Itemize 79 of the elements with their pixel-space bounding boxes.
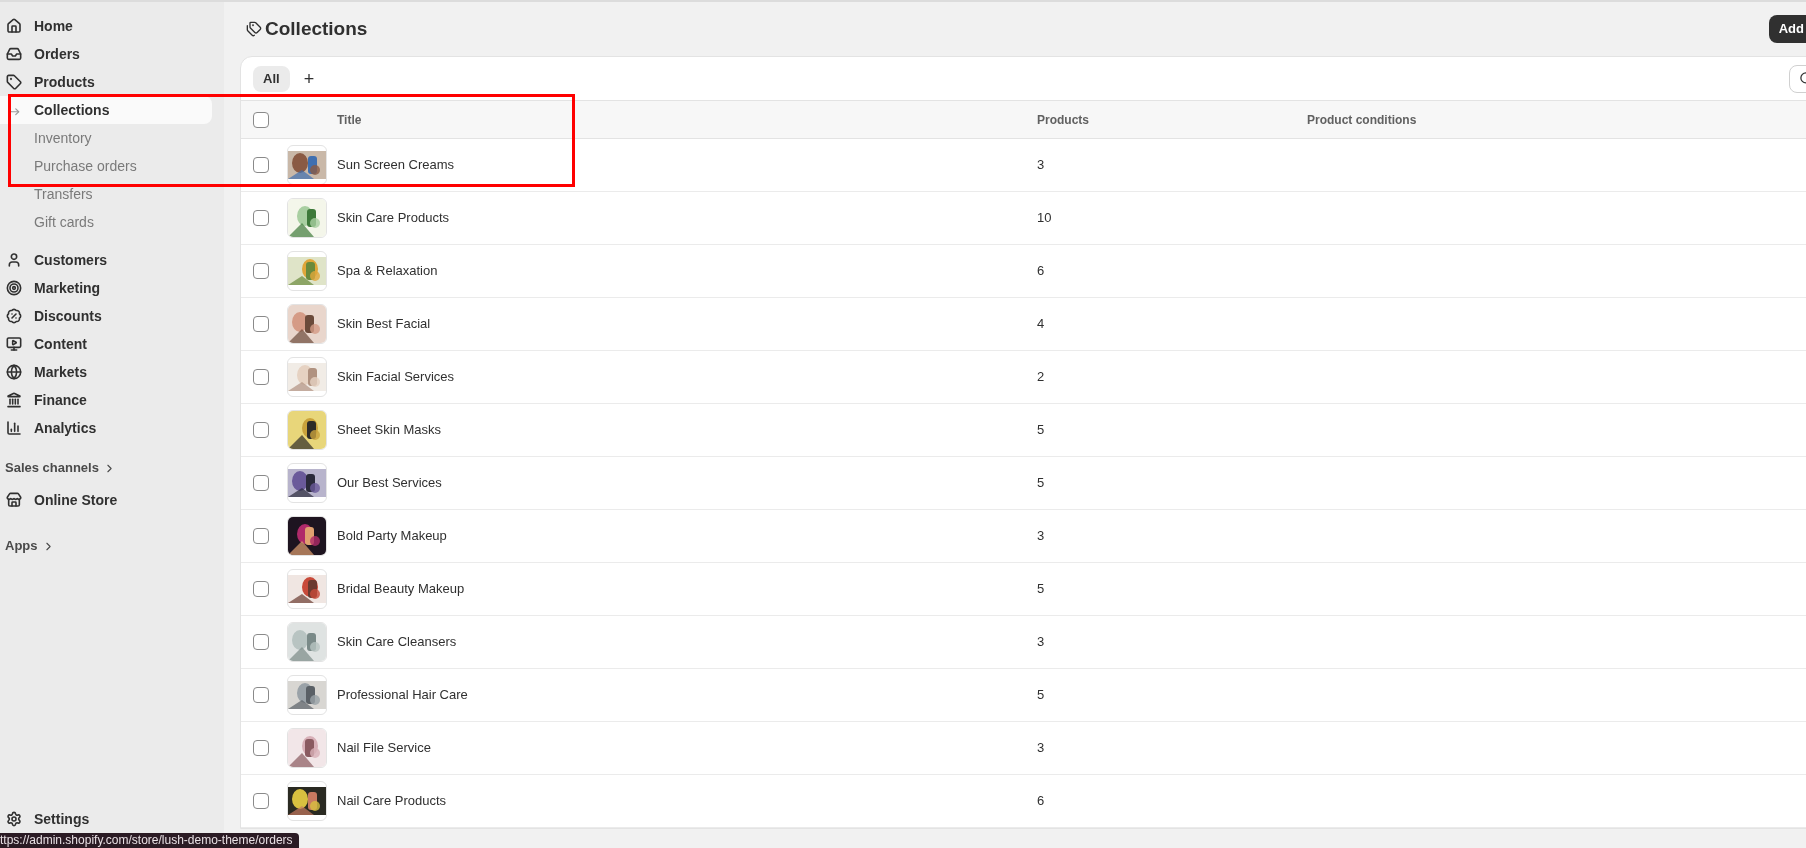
sub-nav-item[interactable]: Purchase orders bbox=[0, 152, 212, 180]
person-icon bbox=[6, 252, 22, 268]
page-title: Collections bbox=[265, 16, 368, 41]
sub-nav-item[interactable]: Transfers bbox=[0, 180, 212, 208]
product-count: 5 bbox=[1036, 421, 1046, 440]
sub-nav-item[interactable]: Collections bbox=[0, 96, 212, 124]
tag-icon bbox=[6, 74, 22, 90]
collection-title[interactable]: Skin Care Products bbox=[335, 208, 1035, 228]
row-checkbox[interactable] bbox=[253, 581, 269, 597]
percent-badge-icon bbox=[6, 308, 22, 324]
sub-nav-item[interactable]: Gift cards bbox=[0, 208, 212, 236]
collection-title[interactable]: Professional Hair Care bbox=[335, 685, 1035, 705]
row-checkbox[interactable] bbox=[253, 475, 269, 491]
store-icon bbox=[6, 492, 22, 508]
product-count: 3 bbox=[1036, 739, 1046, 758]
row-checkbox[interactable] bbox=[253, 528, 269, 544]
nav-item[interactable]: Online Store bbox=[0, 486, 212, 514]
collection-title[interactable]: Spa & Relaxation bbox=[335, 261, 1035, 281]
monitor-icon bbox=[6, 336, 22, 352]
product-count: 3 bbox=[1036, 633, 1046, 652]
row-checkbox[interactable] bbox=[253, 422, 269, 438]
collection-icon bbox=[246, 21, 262, 37]
nav-item[interactable]: Orders bbox=[0, 40, 212, 68]
status-url-tooltip: ttps://admin.shopify.com/store/lush-demo-theme/orders bbox=[0, 833, 299, 848]
collection-title[interactable]: Skin Facial Services bbox=[335, 367, 1035, 387]
collection-title[interactable]: Bold Party Makeup bbox=[335, 526, 1035, 546]
product-count: 4 bbox=[1036, 315, 1046, 334]
section-link[interactable]: Sales channels bbox=[0, 454, 212, 482]
nav-item[interactable]: Content bbox=[0, 330, 212, 358]
section-link[interactable]: Apps bbox=[0, 532, 212, 560]
column-header: Products bbox=[1036, 111, 1090, 129]
nav-item[interactable]: Marketing bbox=[0, 274, 212, 302]
product-count: 5 bbox=[1036, 474, 1046, 493]
nav-item[interactable]: Settings bbox=[0, 808, 212, 830]
row-checkbox[interactable] bbox=[253, 263, 269, 279]
product-count: 2 bbox=[1036, 368, 1046, 387]
row-checkbox[interactable] bbox=[253, 316, 269, 332]
collection-title[interactable]: Bridal Beauty Makeup bbox=[335, 579, 1035, 599]
row-checkbox[interactable] bbox=[253, 157, 269, 173]
collection-title[interactable]: Skin Care Cleansers bbox=[335, 632, 1035, 652]
row-checkbox[interactable] bbox=[253, 793, 269, 809]
product-count: 5 bbox=[1036, 686, 1046, 705]
bar-chart-icon bbox=[6, 420, 22, 436]
bank-icon bbox=[6, 392, 22, 408]
target-icon bbox=[6, 280, 22, 296]
collection-title[interactable]: Sheet Skin Masks bbox=[335, 420, 1035, 440]
settings-icon bbox=[6, 811, 22, 827]
column-header: Product conditions bbox=[1306, 111, 1418, 129]
product-count: 6 bbox=[1036, 262, 1046, 281]
collection-title[interactable]: Our Best Services bbox=[335, 473, 1035, 493]
nav-item[interactable]: Finance bbox=[0, 386, 212, 414]
collection-title[interactable]: Nail Care Products bbox=[335, 791, 1035, 811]
product-count: 10 bbox=[1036, 209, 1053, 228]
collection-title[interactable]: Sun Screen Creams bbox=[335, 155, 1035, 175]
nav-item[interactable]: Home bbox=[0, 12, 212, 40]
column-header: Title bbox=[336, 111, 363, 129]
nav-item[interactable]: Markets bbox=[0, 358, 212, 386]
nav-item[interactable]: Products bbox=[0, 68, 212, 96]
collection-title[interactable]: Nail File Service bbox=[335, 738, 1035, 758]
home-icon bbox=[6, 18, 22, 34]
nav-item[interactable]: Analytics bbox=[0, 414, 212, 442]
row-checkbox[interactable] bbox=[253, 210, 269, 226]
row-checkbox[interactable] bbox=[253, 687, 269, 703]
product-count: 3 bbox=[1036, 156, 1046, 175]
select-all-checkbox[interactable] bbox=[253, 111, 269, 128]
nav-item[interactable]: Customers bbox=[0, 246, 212, 274]
product-count: 6 bbox=[1036, 792, 1046, 811]
product-count: 5 bbox=[1036, 580, 1046, 599]
row-checkbox[interactable] bbox=[253, 740, 269, 756]
add-button[interactable]: Add bbox=[1768, 15, 1806, 43]
product-count: 3 bbox=[1036, 527, 1046, 546]
collection-title[interactable]: Skin Best Facial bbox=[335, 314, 1035, 334]
inbox-icon bbox=[6, 46, 22, 62]
row-checkbox[interactable] bbox=[253, 369, 269, 385]
nav-item[interactable]: Discounts bbox=[0, 302, 212, 330]
row-checkbox[interactable] bbox=[253, 634, 269, 650]
sub-nav-item[interactable]: Inventory bbox=[0, 124, 212, 152]
view-tab[interactable]: All bbox=[253, 65, 290, 92]
globe-icon bbox=[6, 364, 22, 380]
